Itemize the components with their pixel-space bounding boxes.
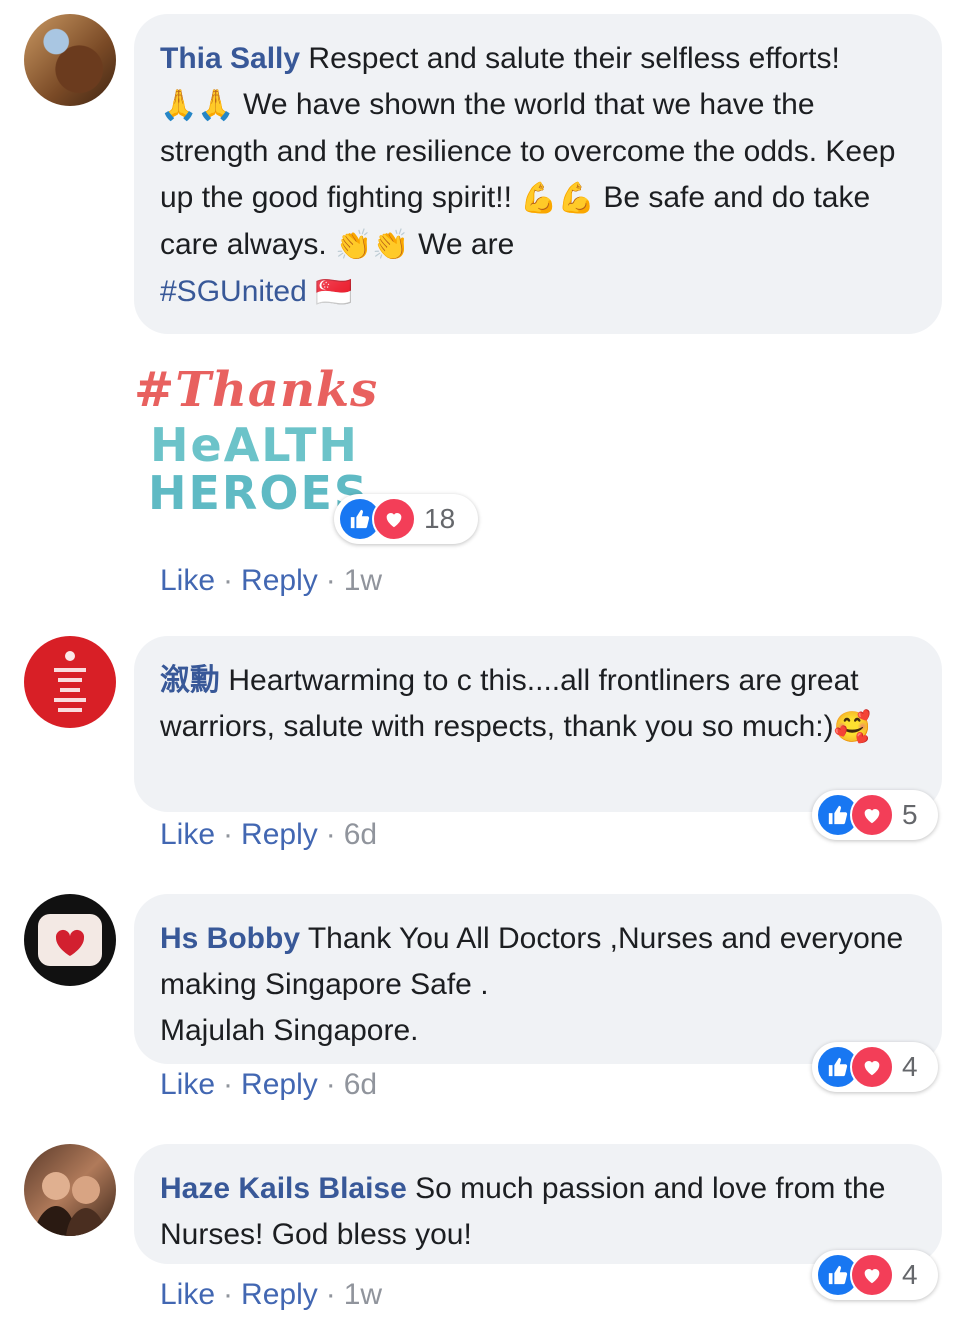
timestamp[interactable]: 6d [344, 818, 377, 851]
avatar[interactable] [24, 14, 116, 106]
comment-text: We are [418, 228, 515, 262]
comment-text: Heartwarming to c this....all frontliner… [160, 664, 859, 743]
like-link[interactable]: Like [160, 564, 215, 597]
keep-calm-avatar-icon [54, 651, 86, 712]
comment-actions: Like · Reply · 6d [160, 1068, 377, 1102]
avatar[interactable] [24, 1144, 116, 1236]
reaction-summary[interactable]: 18 [334, 494, 478, 544]
separator: · [223, 1068, 234, 1101]
singapore-flag-emoji: 🇸🇬 [315, 276, 353, 310]
reaction-summary[interactable]: 5 [812, 790, 938, 840]
clapping-hands-emoji: 👏👏 [335, 229, 410, 263]
like-link[interactable]: Like [160, 818, 215, 851]
avatar[interactable] [24, 636, 116, 728]
separator: · [223, 1278, 234, 1311]
separator: · [325, 1068, 336, 1101]
comment-text: Respect and salute their selfless effort… [308, 42, 840, 75]
timestamp[interactable]: 6d [344, 1068, 377, 1101]
flexed-biceps-emoji: 💪💪 [520, 182, 595, 216]
reaction-summary[interactable]: 4 [812, 1042, 938, 1092]
reply-link[interactable]: Reply [241, 1278, 318, 1311]
comment-bubble: Haze Kails Blaise So much passion and lo… [134, 1144, 942, 1264]
love-reaction-icon [372, 497, 416, 541]
separator: · [325, 564, 336, 597]
separator: · [325, 818, 336, 851]
love-reaction-icon [850, 1253, 894, 1297]
reply-link[interactable]: Reply [241, 818, 318, 851]
reaction-count: 5 [902, 799, 918, 830]
comment-bubble: 溆勳 Heartwarming to c this....all frontli… [134, 636, 942, 812]
reaction-count: 4 [902, 1259, 918, 1290]
separator: · [223, 564, 234, 597]
separator: · [325, 1278, 336, 1311]
reaction-count: 4 [902, 1051, 918, 1082]
comment-actions: Like · Reply · 6d [160, 818, 377, 852]
love-reaction-icon [850, 1045, 894, 1089]
sticker-line: HeALTH [150, 418, 359, 472]
reaction-count: 18 [424, 503, 456, 534]
folded-hands-emoji: 🙏🙏 [160, 89, 235, 123]
sticker-line: #Thanks [134, 362, 379, 418]
heart-avatar-icon [38, 914, 102, 966]
comment-author[interactable]: 溆勳 [160, 664, 220, 697]
like-link[interactable]: Like [160, 1068, 215, 1101]
smiling-face-with-hearts-emoji: 🥰 [833, 711, 871, 745]
people-avatar-icon [34, 1172, 106, 1236]
reply-link[interactable]: Reply [241, 564, 318, 597]
hashtag-link[interactable]: #SGUnited [160, 275, 307, 308]
love-reaction-icon [850, 793, 894, 837]
thanks-health-heroes-sticker: #Thanks HeALTH HEROES [134, 362, 377, 522]
reaction-summary[interactable]: 4 [812, 1250, 938, 1300]
comment-actions: Like · Reply · 1w [160, 564, 382, 598]
comment-bubble: Thia Sally Respect and salute their self… [134, 14, 942, 334]
like-link[interactable]: Like [160, 1278, 215, 1311]
comment-actions: Like · Reply · 1w [160, 1278, 382, 1312]
comment-author[interactable]: Thia Sally [160, 42, 300, 75]
comment-author[interactable]: Hs Bobby [160, 922, 300, 955]
comment-text: Majulah Singapore. [160, 1014, 419, 1047]
separator: · [223, 818, 234, 851]
comment-author[interactable]: Haze Kails Blaise [160, 1172, 407, 1205]
reply-link[interactable]: Reply [241, 1068, 318, 1101]
comment-bubble: Hs Bobby Thank You All Doctors ,Nurses a… [134, 894, 942, 1064]
timestamp[interactable]: 1w [344, 1278, 382, 1311]
avatar[interactable] [24, 894, 116, 986]
timestamp[interactable]: 1w [344, 564, 382, 597]
